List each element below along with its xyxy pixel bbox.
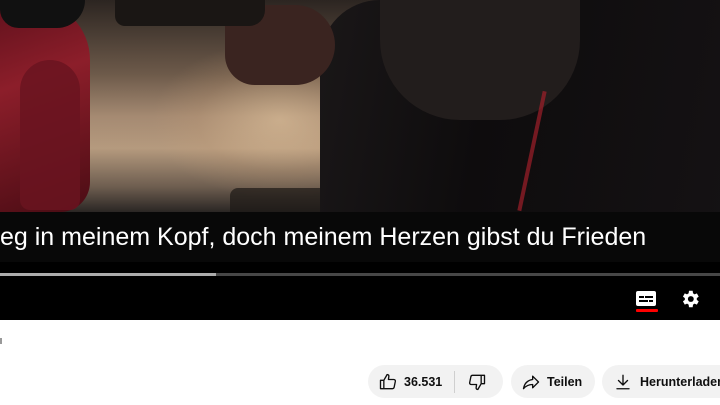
subtitles-button[interactable]: [631, 284, 661, 314]
like-count: 36.531: [404, 374, 443, 389]
progress-bar[interactable]: [0, 273, 720, 276]
progress-loaded: [0, 273, 216, 276]
like-button[interactable]: 36.531: [368, 365, 454, 398]
thumbs-down-icon: [469, 374, 486, 390]
revolver: [115, 0, 265, 26]
download-label: Herunterladen: [640, 374, 720, 389]
share-label: Teilen: [547, 374, 583, 389]
video-frame[interactable]: [0, 0, 720, 212]
person-right-head: [380, 0, 580, 120]
share-button[interactable]: Teilen: [511, 365, 595, 398]
dislike-button[interactable]: [455, 365, 499, 398]
subtitles-active-indicator: [636, 309, 658, 312]
download-icon: [616, 374, 630, 389]
download-button[interactable]: Herunterladen: [602, 365, 720, 398]
description-fragment: [0, 338, 2, 344]
action-bar: 36.531 Teilen Herunterladen: [0, 365, 720, 398]
subtitles-icon: [636, 291, 656, 306]
person-left-arm: [20, 60, 80, 210]
settings-button[interactable]: [675, 284, 705, 314]
video-player[interactable]: eg in meinem Kopf, doch meinem Herzen gi…: [0, 0, 720, 320]
caption-text: eg in meinem Kopf, doch meinem Herzen gi…: [0, 223, 647, 251]
like-dislike-group: 36.531: [368, 365, 503, 398]
share-icon: [522, 375, 540, 389]
thumbs-up-icon: [379, 373, 397, 389]
gear-icon: [682, 290, 699, 308]
